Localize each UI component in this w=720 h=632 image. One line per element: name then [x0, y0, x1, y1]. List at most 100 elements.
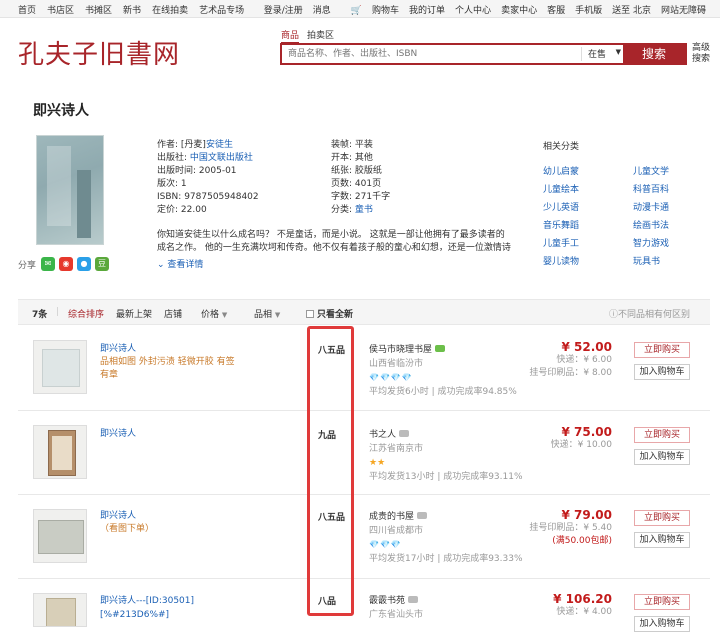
- weibo-icon[interactable]: ◉: [59, 257, 74, 271]
- buy-now-button[interactable]: 立即购买: [634, 510, 690, 526]
- buy-now-button[interactable]: 立即购买: [634, 342, 690, 358]
- nav-newbooks[interactable]: 新书: [123, 3, 141, 16]
- nav-cart[interactable]: 🛒 购物车: [341, 3, 399, 16]
- buy-now-button[interactable]: 立即购买: [634, 594, 690, 610]
- add-to-cart-button[interactable]: 加入购物车: [634, 616, 690, 632]
- listing-title-link[interactable]: 即兴诗人: [100, 343, 136, 356]
- add-to-cart-button[interactable]: 加入购物车: [634, 532, 690, 548]
- search-scope-select[interactable]: 在售 ▼: [581, 47, 627, 61]
- nav-accessibility[interactable]: 网站无障碍: [661, 3, 706, 16]
- chat-icon[interactable]: [408, 596, 419, 603]
- price-block: ¥ 79.00 挂号印刷品：¥ 5.40 (满50.00包邮): [529, 509, 612, 548]
- nav-login[interactable]: 登录/注册: [264, 3, 303, 16]
- author-link[interactable]: 安徒生: [206, 140, 233, 150]
- related-item[interactable]: 儿童绘本: [543, 182, 633, 195]
- info-words: 字数: 271千字: [331, 192, 391, 202]
- nav-seller[interactable]: 卖家中心: [501, 3, 537, 16]
- shop-info: 书之人 江苏省南京市 ★★ 平均发货13小时 | 成功完成率93.11%: [369, 428, 523, 484]
- related-item[interactable]: 绘画书法: [633, 218, 703, 231]
- grade-help-link[interactable]: ⓘ不同品相有何区别: [609, 307, 690, 320]
- qq-icon[interactable]: ●: [77, 257, 92, 271]
- book-cover-image[interactable]: [36, 135, 104, 245]
- question-icon: ⓘ: [608, 310, 618, 320]
- price-block: ¥ 75.00 快递：¥ 10.00: [551, 426, 612, 452]
- search-input[interactable]: [282, 45, 577, 63]
- listing-price: ¥ 79.00: [561, 508, 612, 522]
- share-bar: 分享 ✉ ◉ ● 豆: [18, 257, 113, 271]
- sort-default[interactable]: 综合排序: [68, 307, 104, 320]
- info-author: 作者: [丹麦]安徒生: [157, 140, 233, 150]
- advanced-search-link[interactable]: 高级搜索: [692, 43, 714, 65]
- douban-icon[interactable]: 豆: [95, 257, 110, 271]
- category-link[interactable]: 童书: [355, 205, 373, 215]
- search-button[interactable]: 搜索: [623, 45, 685, 63]
- info-isbn: ISBN: 9787505948402: [157, 192, 259, 202]
- related-title: 相关分类: [543, 142, 580, 152]
- chat-icon[interactable]: [435, 345, 446, 352]
- search-tab-auction[interactable]: 拍卖区: [307, 28, 334, 44]
- listing-title-link[interactable]: 即兴诗人: [100, 428, 136, 441]
- filter-price[interactable]: 价格 ▼: [201, 307, 227, 320]
- sort-newest[interactable]: 最新上架: [116, 307, 152, 320]
- info-edition: 版次: 1: [157, 179, 187, 189]
- listing-title-link[interactable]: 即兴诗人---[ID:30501]: [100, 595, 194, 608]
- nav-mobile[interactable]: 手机版: [575, 3, 602, 16]
- nav-auction[interactable]: 在线拍卖: [152, 3, 188, 16]
- shop-name-link[interactable]: 霰霰书苑: [369, 596, 405, 606]
- related-item[interactable]: 玩具书: [633, 254, 703, 267]
- related-item[interactable]: 婴儿读物: [543, 254, 633, 267]
- info-binding: 装帧: 平装: [331, 140, 373, 150]
- related-item[interactable]: 音乐舞蹈: [543, 218, 633, 231]
- search-tab-goods[interactable]: 商品: [281, 28, 300, 44]
- shop-name-link[interactable]: 成贵的书屋: [369, 512, 414, 522]
- shop-location: 山西省临汾市: [369, 359, 424, 369]
- shop-name-link[interactable]: 侯马市晓理书屋: [369, 345, 432, 355]
- nav-art[interactable]: 艺术品专场: [199, 3, 244, 16]
- filter-shop[interactable]: 店铺: [164, 307, 182, 320]
- related-item[interactable]: 智力游戏: [633, 236, 703, 249]
- listing-thumbnail[interactable]: [33, 340, 87, 394]
- filter-grade[interactable]: 品相 ▼: [254, 307, 280, 320]
- wechat-icon[interactable]: ✉: [41, 257, 56, 271]
- add-to-cart-button[interactable]: 加入购物车: [634, 364, 690, 380]
- nav-orders[interactable]: 我的订单: [409, 3, 445, 16]
- info-pubdate: 出版时间: 2005-01: [157, 166, 237, 176]
- view-details-link[interactable]: ⌄ 查看详情: [157, 257, 203, 270]
- related-item[interactable]: 科普百科: [633, 182, 703, 195]
- nav-deliver-to[interactable]: 送至 北京: [612, 3, 651, 16]
- chevron-down-icon: ⌄: [157, 260, 165, 270]
- listing-note: 品相如图 外封污渍 轻微开胶 有签: [100, 357, 235, 367]
- shop-info: 侯马市晓理书屋 山西省临汾市 💎💎💎💎 平均发货6小时 | 成功完成率94.85…: [369, 343, 517, 399]
- related-item[interactable]: 少儿英语: [543, 200, 633, 213]
- cart-icon: 🛒: [350, 6, 363, 16]
- buy-now-button[interactable]: 立即购买: [634, 427, 690, 443]
- nav-stall[interactable]: 书摊区: [85, 3, 112, 16]
- publisher-link[interactable]: 中国文联出版社: [190, 153, 253, 163]
- related-item[interactable]: 儿童文学: [633, 164, 703, 177]
- listing-thumbnail[interactable]: [33, 509, 87, 563]
- listing-title-link[interactable]: 即兴诗人: [100, 510, 136, 523]
- nav-messages[interactable]: 消息: [313, 3, 331, 16]
- nav-bookstore[interactable]: 书店区: [47, 3, 74, 16]
- related-item[interactable]: 儿童手工: [543, 236, 633, 249]
- chat-icon[interactable]: [399, 430, 410, 437]
- site-logo[interactable]: 孔夫子旧書网: [18, 34, 180, 71]
- info-category: 分类: 童书: [331, 205, 373, 215]
- price-block: ¥ 52.00 快递：¥ 6.00 挂号印刷品：¥ 8.00: [529, 341, 612, 380]
- related-item[interactable]: 幼儿启蒙: [543, 164, 633, 177]
- listing-thumbnail[interactable]: [33, 425, 87, 479]
- free-shipping-note: (满50.00包邮): [552, 536, 612, 546]
- only-new-checkbox[interactable]: 只看全新: [306, 307, 353, 320]
- add-to-cart-button[interactable]: 加入购物车: [634, 449, 690, 465]
- shop-name-link[interactable]: 书之人: [369, 430, 396, 440]
- listing-price: ¥ 52.00: [561, 340, 612, 354]
- listing-price: ¥ 106.20: [553, 592, 612, 606]
- search-scope-label: 在售: [588, 50, 607, 60]
- nav-profile[interactable]: 个人中心: [455, 3, 491, 16]
- listing-thumbnail[interactable]: [33, 593, 87, 627]
- chat-icon[interactable]: [417, 512, 428, 519]
- shop-location: 广东省汕头市: [369, 610, 424, 620]
- nav-service[interactable]: 客服: [547, 3, 565, 16]
- nav-home[interactable]: 首页: [18, 3, 36, 16]
- related-item[interactable]: 动漫卡通: [633, 200, 703, 213]
